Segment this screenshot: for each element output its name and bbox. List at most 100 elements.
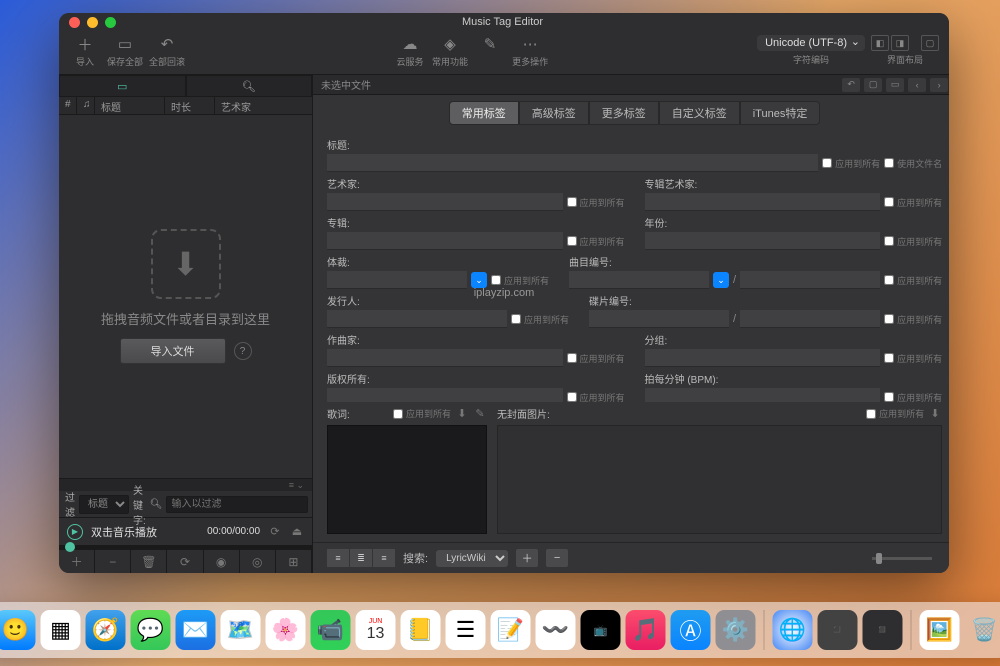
- cover-remove-button[interactable]: −: [546, 549, 568, 567]
- disc-total-input[interactable]: [740, 310, 880, 328]
- dock-appstore[interactable]: Ⓐ: [671, 610, 711, 650]
- magic-button[interactable]: ✎: [474, 35, 506, 55]
- search-source-select[interactable]: LyricWiki: [436, 550, 508, 567]
- save-button[interactable]: ▭: [886, 78, 904, 92]
- filter-input[interactable]: [166, 496, 308, 513]
- dock-photos[interactable]: 🌸: [266, 610, 306, 650]
- layout-single-button[interactable]: ▢: [921, 35, 939, 51]
- year-input[interactable]: [645, 232, 881, 250]
- play-button[interactable]: ▶: [67, 524, 83, 540]
- dock-calendar[interactable]: JUN13: [356, 610, 396, 650]
- progress-bar[interactable]: [59, 545, 312, 549]
- undo-all-button[interactable]: ↶全部回滚: [149, 35, 185, 68]
- tab-common[interactable]: 常用标签: [449, 101, 519, 125]
- import-files-button[interactable]: 导入文件: [120, 338, 226, 364]
- composer-input[interactable]: [327, 349, 563, 367]
- import-button[interactable]: ＋导入: [69, 35, 101, 68]
- genre-input[interactable]: [327, 271, 467, 289]
- apply-all-genre[interactable]: 应用到所有: [491, 274, 549, 287]
- apply-all-album[interactable]: 应用到所有: [567, 235, 625, 248]
- dropzone[interactable]: ⬇ 拖拽音频文件或者目录到这里 导入文件 ?: [59, 115, 312, 478]
- tab-advanced[interactable]: 高级标签: [519, 101, 589, 125]
- visibility-button[interactable]: ◉: [204, 550, 240, 573]
- trash-button[interactable]: 🗑: [131, 550, 167, 573]
- tab-itunes[interactable]: iTunes特定: [740, 101, 821, 125]
- dock-app1[interactable]: ▪️: [818, 610, 858, 650]
- encoding-selector[interactable]: Unicode (UTF-8) 字符编码: [757, 35, 865, 66]
- add-button[interactable]: ＋: [59, 550, 95, 573]
- more-button[interactable]: ⋯更多操作: [512, 35, 548, 68]
- minimize-button[interactable]: [87, 17, 98, 28]
- apply-all-publisher[interactable]: 应用到所有: [511, 313, 569, 326]
- apply-all-disc[interactable]: 应用到所有: [884, 313, 942, 326]
- apply-all-album-artist[interactable]: 应用到所有: [884, 196, 942, 209]
- cover-add-button[interactable]: ＋: [516, 549, 538, 567]
- genre-dropdown[interactable]: ⌄: [471, 272, 487, 288]
- lyrics-download-icon[interactable]: ⬇: [455, 407, 469, 421]
- grid-button[interactable]: ⊞: [276, 550, 312, 573]
- apply-all-lyrics[interactable]: 应用到所有: [393, 407, 451, 420]
- title-input[interactable]: [327, 154, 818, 172]
- disc-num-input[interactable]: [589, 310, 729, 328]
- dock-notes[interactable]: 📝: [491, 610, 531, 650]
- close-button[interactable]: [69, 17, 80, 28]
- cover-size-slider[interactable]: [576, 557, 942, 560]
- album-artist-input[interactable]: [645, 193, 881, 211]
- apply-all-artist[interactable]: 应用到所有: [567, 196, 625, 209]
- col-status[interactable]: ♫: [77, 97, 95, 114]
- search-tab[interactable]: 🔍︎: [186, 75, 313, 97]
- dock-facetime[interactable]: 📹: [311, 610, 351, 650]
- apply-all-copyright[interactable]: 应用到所有: [567, 391, 625, 403]
- copy-button[interactable]: ▢: [864, 78, 882, 92]
- dock-contacts[interactable]: 📒: [401, 610, 441, 650]
- lyrics-edit-icon[interactable]: ✎: [473, 407, 487, 421]
- dock-freeform[interactable]: 〰️: [536, 610, 576, 650]
- align-right-button[interactable]: ≡: [373, 549, 395, 567]
- tab-more[interactable]: 更多标签: [589, 101, 659, 125]
- group-input[interactable]: [645, 349, 881, 367]
- disc-button[interactable]: ◎: [240, 550, 276, 573]
- progress-knob[interactable]: [65, 542, 75, 552]
- use-filename[interactable]: 使用文件名: [884, 157, 942, 170]
- align-center-button[interactable]: ≣: [350, 549, 372, 567]
- cloud-button[interactable]: ☁云服务: [394, 35, 426, 68]
- dock-chrome[interactable]: 🌐: [773, 610, 813, 650]
- col-artist[interactable]: 艺术家: [215, 97, 312, 114]
- bpm-input[interactable]: [645, 388, 881, 402]
- copyright-input[interactable]: [327, 388, 563, 402]
- repeat-icon[interactable]: ⟳: [268, 525, 282, 539]
- dock-settings[interactable]: ⚙️: [716, 610, 756, 650]
- album-input[interactable]: [327, 232, 563, 250]
- dock-maps[interactable]: 🗺️: [221, 610, 261, 650]
- slider-knob[interactable]: [876, 553, 882, 564]
- help-button[interactable]: ?: [234, 342, 252, 360]
- publisher-input[interactable]: [327, 310, 507, 328]
- dock-mail[interactable]: ✉️: [176, 610, 216, 650]
- col-duration[interactable]: 时长: [165, 97, 215, 114]
- apply-all-composer[interactable]: 应用到所有: [567, 352, 625, 365]
- dock-messages[interactable]: 💬: [131, 610, 171, 650]
- common-button[interactable]: ◈常用功能: [432, 35, 468, 68]
- cover-dropzone[interactable]: [497, 425, 942, 534]
- tab-custom[interactable]: 自定义标签: [659, 101, 740, 125]
- track-num-input[interactable]: [569, 271, 709, 289]
- undo-button[interactable]: ↶: [842, 78, 860, 92]
- dock-safari[interactable]: 🧭: [86, 610, 126, 650]
- dock-trash[interactable]: 🗑️: [965, 610, 1000, 650]
- apply-all-title[interactable]: 应用到所有: [822, 157, 880, 170]
- lyrics-textarea[interactable]: [327, 425, 487, 534]
- align-left-button[interactable]: ≡: [327, 549, 349, 567]
- layout-right-button[interactable]: ◨: [891, 35, 909, 51]
- apply-all-bpm[interactable]: 应用到所有: [884, 391, 942, 403]
- apply-all-year[interactable]: 应用到所有: [884, 235, 942, 248]
- apply-all-cover[interactable]: 应用到所有: [866, 407, 924, 420]
- cover-download-icon[interactable]: ⬇: [928, 407, 942, 421]
- track-total-input[interactable]: [740, 271, 880, 289]
- apply-all-group[interactable]: 应用到所有: [884, 352, 942, 365]
- dock-tv[interactable]: 📺: [581, 610, 621, 650]
- remove-button[interactable]: −: [95, 550, 131, 573]
- prev-button[interactable]: ‹: [908, 78, 926, 92]
- zoom-button[interactable]: [105, 17, 116, 28]
- next-button[interactable]: ›: [930, 78, 948, 92]
- dock-finder[interactable]: 🙂: [0, 610, 36, 650]
